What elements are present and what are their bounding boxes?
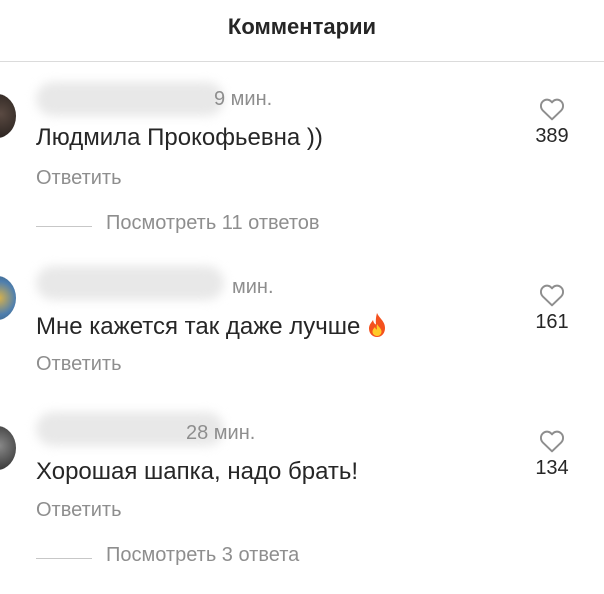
comment-text: Людмила Прокофьевна )) <box>36 124 323 151</box>
page-title: Комментарии <box>227 14 377 39</box>
view-replies-label: Посмотреть 11 ответов <box>106 212 320 234</box>
like-column: 389 <box>528 97 576 148</box>
comment-text: Мне кажется так даже лучше <box>36 312 388 341</box>
avatar[interactable] <box>0 426 16 470</box>
like-column: 161 <box>528 283 576 334</box>
fire-emoji-icon <box>369 313 386 337</box>
heart-icon[interactable] <box>539 429 565 453</box>
comment-time: 9 мин. <box>214 88 273 110</box>
reply-button[interactable]: Ответить <box>36 167 122 190</box>
comment-time: мин. <box>232 276 274 298</box>
view-replies-label: Посмотреть 3 ответа <box>106 544 300 566</box>
avatar[interactable] <box>0 276 16 320</box>
divider-line <box>36 558 92 559</box>
like-column: 134 <box>528 429 576 480</box>
divider-line <box>36 226 92 227</box>
comment-time: 28 мин. <box>186 422 256 444</box>
comment-text: Хорошая шапка, надо брать! <box>36 458 359 485</box>
reply-button[interactable]: Ответить <box>36 353 122 376</box>
like-count: 389 <box>535 125 569 147</box>
heart-icon[interactable] <box>539 97 565 121</box>
reply-button[interactable]: Ответить <box>36 499 122 522</box>
blurred-username <box>36 82 224 116</box>
blurred-username <box>36 266 224 300</box>
comments-header: Комментарии <box>0 0 604 62</box>
avatar[interactable] <box>0 94 16 138</box>
like-count: 134 <box>535 457 569 479</box>
like-count: 161 <box>535 311 569 333</box>
comment-text-content: Мне кажется так даже лучше <box>36 313 361 340</box>
heart-icon[interactable] <box>539 283 565 307</box>
